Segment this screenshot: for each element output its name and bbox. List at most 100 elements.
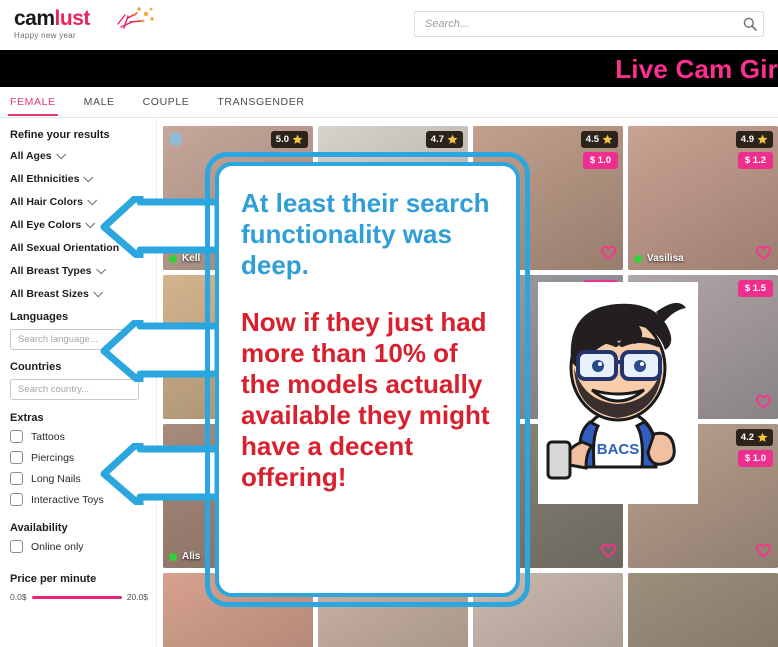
model-card[interactable]: 5.0 Kell bbox=[163, 126, 313, 270]
filter-all-breast-types-label: All Breast Types bbox=[10, 265, 92, 277]
price-slider[interactable]: 0.0$ 20.0$ bbox=[10, 592, 148, 602]
country-search-input[interactable] bbox=[10, 379, 139, 400]
language-search-input[interactable] bbox=[10, 329, 139, 350]
price-badge: $ 1.2 bbox=[737, 152, 773, 169]
search-input[interactable] bbox=[415, 12, 737, 36]
checkbox-piercings[interactable]: Piercings bbox=[10, 451, 148, 464]
tab-male[interactable]: MALE bbox=[84, 96, 115, 116]
model-name: ty bbox=[479, 253, 488, 264]
checkbox-long-nails-label: Long Nails bbox=[31, 472, 81, 485]
heart-icon[interactable] bbox=[755, 393, 772, 409]
chevron-down-icon bbox=[95, 263, 106, 274]
rating-badge: 4.9 bbox=[735, 131, 773, 148]
price-max-label: 20.0$ bbox=[126, 592, 148, 602]
confetti-icon bbox=[117, 7, 154, 29]
languages-heading: Languages bbox=[10, 311, 69, 323]
heart-icon[interactable] bbox=[290, 393, 307, 409]
banner-title: Live Cam Gir bbox=[615, 54, 778, 84]
logo-lust: lust bbox=[54, 7, 91, 30]
model-thumbnail bbox=[473, 573, 623, 647]
model-card[interactable] bbox=[473, 573, 623, 647]
favorite-heart-button[interactable] bbox=[290, 393, 307, 414]
filter-all-sexual-orientation[interactable]: All Sexual Orientation bbox=[10, 240, 148, 254]
model-card[interactable] bbox=[318, 275, 468, 419]
favorite-heart-button[interactable] bbox=[755, 542, 772, 563]
rating-value: 4.7 bbox=[430, 134, 444, 145]
price-badge: $ 1.0 bbox=[582, 152, 618, 169]
price-slider-track[interactable] bbox=[31, 595, 122, 599]
price-badge: $ 1.5 bbox=[737, 280, 773, 297]
favorite-heart-button[interactable] bbox=[755, 244, 772, 265]
favorite-heart-button[interactable] bbox=[445, 542, 462, 563]
favorite-heart-button[interactable] bbox=[755, 393, 772, 414]
favorite-heart-button[interactable] bbox=[600, 542, 617, 563]
site-logo[interactable]: camlust Happy new year bbox=[14, 7, 164, 44]
model-card[interactable]: 4.7 bbox=[318, 126, 468, 270]
model-name: Alis bbox=[169, 551, 200, 562]
search-bar[interactable] bbox=[414, 11, 764, 37]
model-card[interactable]: Alis bbox=[163, 424, 313, 568]
favorite-heart-button[interactable] bbox=[445, 244, 462, 265]
heart-icon[interactable] bbox=[445, 393, 462, 409]
rating-value: 4.2 bbox=[740, 432, 754, 443]
favorite-heart-button[interactable] bbox=[445, 393, 462, 414]
favorite-heart-button[interactable] bbox=[600, 244, 617, 265]
rating-value: 4.9 bbox=[740, 134, 754, 145]
checkbox-icon[interactable] bbox=[10, 472, 23, 485]
model-card[interactable]: 4.5 $ 1.0 ty bbox=[473, 126, 623, 270]
checkbox-icon[interactable] bbox=[10, 493, 23, 506]
checkbox-tattoos-label: Tattoos bbox=[31, 430, 65, 443]
heart-icon[interactable] bbox=[445, 244, 462, 260]
heart-icon[interactable] bbox=[600, 542, 617, 558]
star-icon bbox=[757, 134, 768, 144]
rating-value: 4.5 bbox=[585, 134, 599, 145]
heart-icon[interactable] bbox=[600, 244, 617, 260]
chevron-down-icon bbox=[83, 171, 94, 182]
favorite-heart-button[interactable] bbox=[290, 244, 307, 265]
checkbox-online-only[interactable]: Online only bbox=[10, 540, 148, 553]
checkbox-long-nails[interactable]: Long Nails bbox=[10, 472, 148, 485]
filter-all-eye-colors[interactable]: All Eye Colors bbox=[10, 217, 148, 231]
model-name-label: Vasilisa bbox=[647, 253, 684, 264]
rating-badge: 4.7 bbox=[425, 131, 463, 148]
heart-icon[interactable] bbox=[755, 244, 772, 260]
checkbox-icon[interactable] bbox=[10, 430, 23, 443]
checkbox-icon[interactable] bbox=[10, 540, 23, 553]
checkbox-icon[interactable] bbox=[10, 451, 23, 464]
model-name-label: Alis bbox=[182, 551, 201, 562]
price-value: $ 1.0 bbox=[589, 155, 611, 166]
checkbox-tattoos[interactable]: Tattoos bbox=[10, 430, 148, 443]
heart-icon[interactable] bbox=[445, 542, 462, 558]
star-icon bbox=[292, 134, 303, 144]
model-card[interactable] bbox=[318, 424, 468, 568]
model-name: Vasilisa bbox=[634, 253, 684, 264]
mascot-shirt-text: BACS bbox=[597, 441, 640, 458]
filter-all-hair-colors[interactable]: All Hair Colors bbox=[10, 194, 148, 208]
filter-all-breast-types[interactable]: All Breast Types bbox=[10, 263, 148, 277]
heart-icon[interactable] bbox=[290, 542, 307, 558]
model-card[interactable] bbox=[318, 573, 468, 647]
model-name: Kell bbox=[169, 253, 200, 264]
model-card[interactable] bbox=[163, 275, 313, 419]
chevron-down-icon bbox=[55, 148, 66, 159]
checkbox-interactive-toys[interactable]: Interactive Toys bbox=[10, 493, 148, 506]
favorite-heart-button[interactable] bbox=[290, 542, 307, 563]
filter-all-ethnicities[interactable]: All Ethnicities bbox=[10, 171, 148, 185]
filter-all-ages[interactable]: All Ages bbox=[10, 148, 148, 162]
model-card[interactable]: Kris bbox=[163, 573, 313, 647]
search-icon[interactable] bbox=[737, 12, 763, 36]
top-bar: camlust Happy new year bbox=[0, 0, 778, 50]
tab-couple[interactable]: COUPLE bbox=[143, 96, 190, 116]
filter-all-eye-colors-label: All Eye Colors bbox=[10, 219, 82, 231]
tab-female[interactable]: FEMALE bbox=[8, 96, 58, 116]
heart-icon[interactable] bbox=[290, 244, 307, 260]
rating-value: 5.0 bbox=[275, 134, 289, 145]
heart-icon[interactable] bbox=[755, 542, 772, 558]
model-card[interactable]: Dream_Ira bbox=[628, 573, 778, 647]
countries-heading: Countries bbox=[10, 361, 62, 373]
price-value: $ 1.2 bbox=[744, 155, 766, 166]
model-card[interactable]: 4.9 $ 1.2 Vasilisa bbox=[628, 126, 778, 270]
rating-badge: 4.5 bbox=[580, 131, 618, 148]
tab-transgender[interactable]: TRANSGENDER bbox=[217, 96, 304, 116]
filter-all-breast-sizes[interactable]: All Breast Sizes bbox=[10, 286, 148, 300]
